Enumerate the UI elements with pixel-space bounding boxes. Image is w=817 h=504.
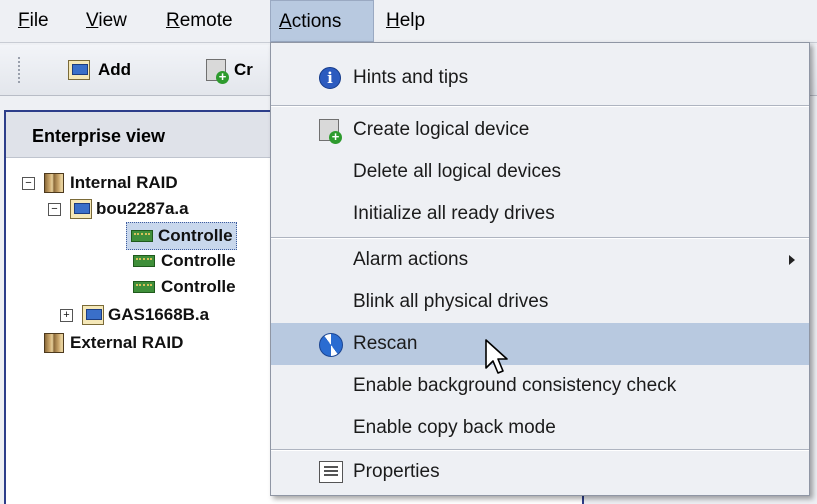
menu-item-label: Delete all logical devices [353,161,562,182]
menu-item-create-logical[interactable]: Create logical device [271,109,809,151]
menu-item-alarm-actions[interactable]: Alarm actions [271,239,809,281]
menu-file-mnemonic: F [18,10,30,31]
toolbar-grip[interactable] [18,57,24,83]
menu-file[interactable]: File [10,0,57,42]
menu-actions[interactable]: Actions [270,0,374,42]
menu-item-properties[interactable]: Properties [271,451,809,493]
tree-label: Controlle [161,277,236,296]
rescan-icon [319,333,343,357]
menu-item-label: Rescan [353,333,418,354]
info-icon: i [319,67,341,89]
add-button[interactable]: Add [64,55,131,85]
properties-icon [319,461,343,483]
collapse-icon[interactable]: − [22,177,35,190]
tree-label: Internal RAID [70,173,178,192]
menu-item-rescan[interactable]: Rescan [271,323,809,365]
expand-icon[interactable]: + [60,309,73,322]
menu-view-label: iew [98,10,127,31]
menu-item-copy-back[interactable]: Enable copy back mode [271,407,809,449]
menu-item-label: Create logical device [353,119,530,140]
menu-item-label: Hints and tips [353,67,469,88]
menu-item-label: Properties [353,461,440,482]
tree-label: GAS1668B.a [108,305,210,324]
menu-view-mnemonic: V [86,10,99,31]
menu-item-label: Enable copy back mode [353,417,556,438]
controller-icon [133,281,155,293]
selected-tree-item: Controlle [126,222,237,250]
menu-item-label: Blink all physical drives [353,291,549,312]
menu-item-consistency-check[interactable]: Enable background consistency check [271,365,809,407]
menu-item-initialize-drives[interactable]: Initialize all ready drives [271,193,809,235]
menu-item-delete-logical[interactable]: Delete all logical devices [271,151,809,193]
submenu-arrow-icon [789,255,795,265]
tree-label: bou2287a.a [96,199,189,218]
server-icon [82,305,104,325]
server-icon [70,199,92,219]
menu-help[interactable]: Help [378,0,433,42]
menu-remote[interactable]: Remote [158,0,241,42]
menu-view[interactable]: View [78,0,135,42]
controller-icon [131,230,153,242]
create-logical-icon [206,59,229,84]
create-button-label: Cr [234,60,253,79]
menu-item-label: Initialize all ready drives [353,203,555,224]
collapse-icon[interactable]: − [48,203,61,216]
create-button[interactable]: Cr [200,55,253,85]
add-system-icon [68,60,90,80]
tree-label: Controlle [161,251,236,270]
controller-icon [133,255,155,267]
create-logical-icon [319,119,342,144]
menu-help-mnemonic: H [386,10,400,31]
menu-help-label: elp [399,10,426,31]
menu-item-label: Enable background consistency check [353,375,677,396]
menu-actions-label: ctions [291,11,342,32]
raid-icon [44,173,64,193]
menu-remote-label: emote [179,10,233,31]
menu-item-hints[interactable]: i Hints and tips [271,57,809,99]
raid-icon [44,333,64,353]
menu-item-label: Alarm actions [353,249,469,270]
menu-item-blink-drives[interactable]: Blink all physical drives [271,281,809,323]
menu-separator [271,105,809,107]
menu-remote-mnemonic: R [166,10,180,31]
tree-label: External RAID [70,333,184,352]
menu-file-label: ile [29,10,49,31]
menu-actions-mnemonic: A [279,11,292,32]
add-button-label: Add [98,60,132,79]
actions-menu: i Hints and tips Create logical device D… [270,42,810,496]
mouse-cursor-icon [485,339,508,374]
menu-bar: File View Remote Actions Help [0,0,817,43]
